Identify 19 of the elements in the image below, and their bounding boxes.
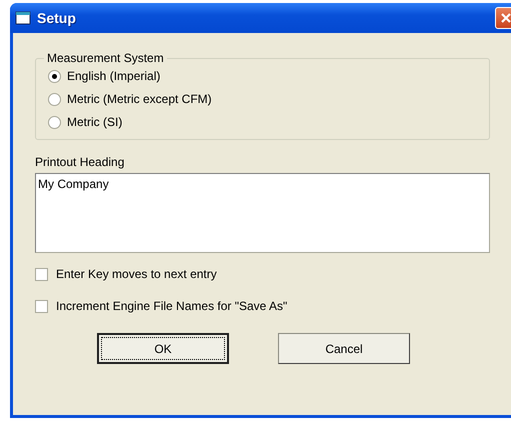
dialog-button[interactable]: Cancel bbox=[278, 333, 410, 364]
radio-label: English (Imperial) bbox=[67, 69, 160, 83]
heading-field[interactable]: My Company bbox=[35, 173, 490, 253]
checkbox[interactable] bbox=[35, 300, 48, 312]
radio-button[interactable] bbox=[48, 70, 61, 82]
radio-label: Metric (SI) bbox=[67, 115, 122, 129]
radio-button[interactable] bbox=[48, 116, 61, 128]
radio-label: Metric (Metric except CFM) bbox=[67, 92, 212, 106]
close-button[interactable] bbox=[495, 7, 511, 29]
window-title: Setup bbox=[37, 10, 77, 26]
close-icon bbox=[500, 12, 511, 24]
window-icon bbox=[15, 11, 31, 25]
group-label: Measurement System bbox=[46, 51, 165, 65]
field-label: Printout Heading bbox=[35, 155, 126, 169]
checkbox[interactable] bbox=[35, 268, 48, 280]
checkbox-label: Increment Engine File Names for "Save As" bbox=[56, 299, 288, 313]
radio-button[interactable] bbox=[48, 92, 61, 106]
checkbox-label: Enter Key moves to next entry bbox=[56, 267, 217, 281]
dialog-button[interactable]: OK bbox=[97, 333, 229, 364]
